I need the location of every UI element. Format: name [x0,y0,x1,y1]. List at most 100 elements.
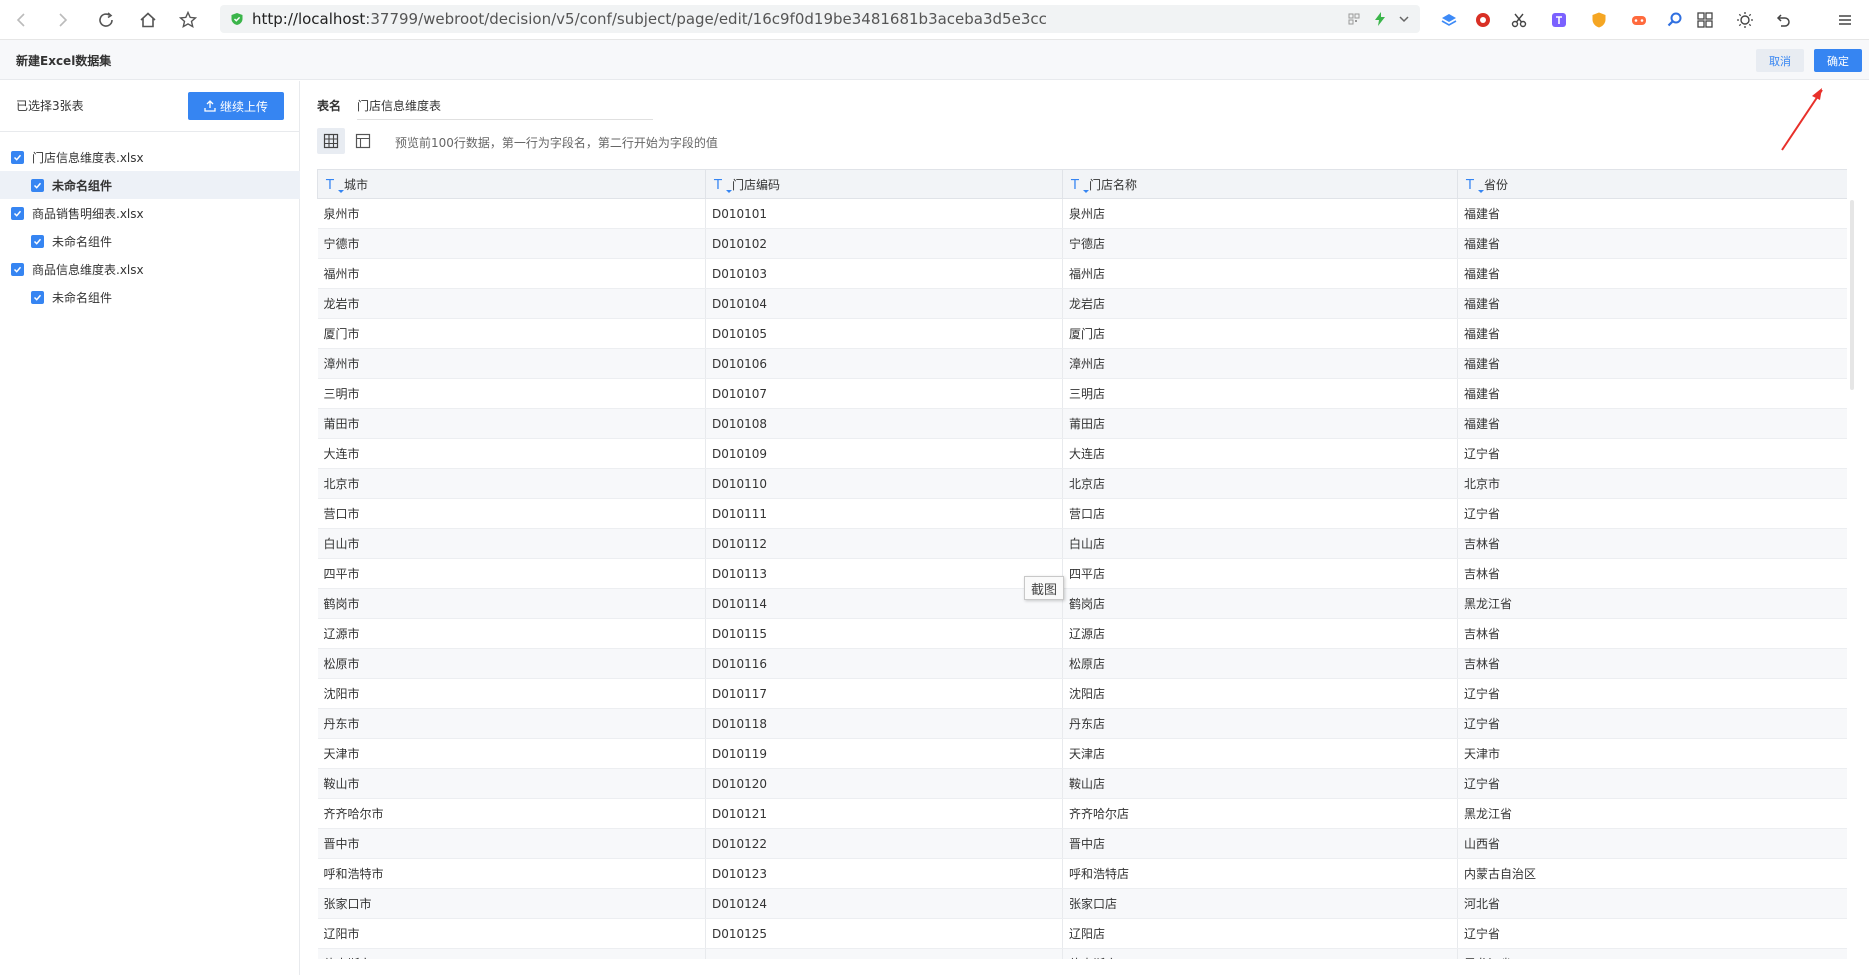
vertical-scrollbar[interactable] [1850,200,1854,390]
table-cell: D010103 [705,258,1063,289]
tree-item-file[interactable]: 门店信息维度表.xlsx [0,143,300,171]
table-row: 齐齐哈尔市 D010121 齐齐哈尔店 黑龙江省 [317,798,1847,829]
table-row: 松原市 D010116 松原店 吉林省 [317,648,1847,679]
tree-item-sheet[interactable]: 未命名组件 [0,227,300,255]
table-cell: D010116 [705,648,1063,679]
checkbox-checked-icon[interactable] [31,290,44,304]
table-cell: 佳木斯店 [1062,948,1458,959]
table-cell: D010106 [705,348,1063,379]
table-cell: 黑龙江省 [1457,588,1847,619]
table-cell: 福建省 [1457,288,1847,319]
back-icon[interactable] [10,8,34,32]
forward-icon[interactable] [50,8,74,32]
browser-toolbar: http://localhost:37799/webroot/decision/… [0,0,1869,40]
column-header[interactable]: T 门店编码 [705,169,1063,199]
menu-icon[interactable] [1834,9,1856,31]
undo-icon[interactable] [1772,9,1794,31]
table-cell: 福建省 [1457,378,1847,409]
table-cell: D010120 [705,768,1063,799]
table-cell: 吉林省 [1457,528,1847,559]
table-cell: D010117 [705,678,1063,709]
table-cell: 呼和浩特市 [317,858,706,889]
table-cell: 齐齐哈尔店 [1062,798,1458,829]
tree-item-sheet[interactable]: 未命名组件 [0,283,300,311]
address-bar[interactable]: http://localhost:37799/webroot/decision/… [220,5,1420,33]
shield-extension-icon[interactable] [1588,9,1610,31]
table-row: 辽源市 D010115 辽源店 吉林省 [317,618,1847,649]
column-header[interactable]: T 门店名称 [1062,169,1458,199]
confirm-button[interactable]: 确定 [1814,49,1862,72]
bookmark-star-icon[interactable] [176,8,200,32]
table-cell: 呼和浩特店 [1062,858,1458,889]
checkbox-checked-icon[interactable] [11,206,24,220]
lightning-icon[interactable] [1374,12,1386,26]
table-cell: D010114 [705,588,1063,619]
table-cell: 白山市 [317,528,706,559]
tree-item-label: 门店信息维度表.xlsx [32,150,144,165]
checkbox-checked-icon[interactable] [31,234,44,248]
tree-item-sheet[interactable]: 未命名组件 [0,171,300,199]
apps-grid-icon[interactable] [1694,9,1716,31]
table-cell: D010121 [705,798,1063,829]
layers-extension-icon[interactable] [1438,9,1460,31]
brightness-icon[interactable] [1734,9,1756,31]
table-cell: D010107 [705,378,1063,409]
table-row: 张家口市 D010124 张家口店 河北省 [317,888,1847,919]
upload-icon [204,100,216,112]
table-cell: 天津店 [1062,738,1458,769]
table-row: 北京市 D010110 北京店 北京市 [317,468,1847,499]
column-header[interactable]: T 省份 [1457,169,1847,199]
chevron-down-icon[interactable] [1398,13,1410,25]
text-type-icon[interactable]: T [714,178,722,193]
table-cell: 辽源市 [317,618,706,649]
checkbox-checked-icon[interactable] [31,178,44,192]
table-row: 福州市 D010103 福州店 福建省 [317,258,1847,289]
preview-hint: 预览前100行数据，第一行为字段名，第二行开始为字段的值 [395,136,718,150]
table-cell: 北京市 [317,468,706,499]
table-cell: 大连市 [317,438,706,469]
text-type-icon[interactable]: T [326,178,334,193]
table-name-label: 表名 [317,99,342,113]
text-type-icon[interactable]: T [1071,178,1079,193]
grid-view-icon[interactable] [317,128,345,154]
table-cell: 大连店 [1062,438,1458,469]
table-cell: 辽宁省 [1457,918,1847,949]
field-view-icon[interactable] [349,128,377,154]
table-cell: 北京市 [1457,468,1847,499]
table-cell: 福建省 [1457,258,1847,289]
search-extension-icon[interactable] [1664,9,1686,31]
translate-extension-icon[interactable] [1548,9,1570,31]
qr-code-icon[interactable] [1348,13,1360,25]
table-cell: 四平店 [1062,558,1458,589]
text-type-icon[interactable]: T [1466,178,1474,193]
table-cell: 辽宁省 [1457,678,1847,709]
continue-upload-button[interactable]: 继续上传 [188,92,284,120]
table-cell: 四平市 [317,558,706,589]
table-cell: 福州市 [317,258,706,289]
table-cell: 松原店 [1062,648,1458,679]
table-cell: D010115 [705,618,1063,649]
divider [0,131,300,132]
table-row: 鞍山市 D010120 鞍山店 辽宁省 [317,768,1847,799]
table-cell: D010126 [705,948,1063,959]
record-extension-icon[interactable] [1472,9,1494,31]
table-cell: 沈阳店 [1062,678,1458,709]
tree-item-file[interactable]: 商品信息维度表.xlsx [0,255,300,283]
game-extension-icon[interactable] [1628,9,1650,31]
cancel-button[interactable]: 取消 [1756,49,1804,72]
table-name-input[interactable]: 门店信息维度表 [357,97,653,120]
tree-item-label: 商品信息维度表.xlsx [32,262,144,277]
scissors-icon[interactable] [1508,9,1530,31]
checkbox-checked-icon[interactable] [11,262,24,276]
home-icon[interactable] [136,8,160,32]
column-header[interactable]: T 城市 [317,169,706,199]
table-row: 漳州市 D010106 漳州店 福建省 [317,348,1847,379]
table-cell: 松原市 [317,648,706,679]
tree-item-file[interactable]: 商品销售明细表.xlsx [0,199,300,227]
table-cell: 辽阳店 [1062,918,1458,949]
table-cell: 福建省 [1457,198,1847,229]
table-cell: 鹤岗店 [1062,588,1458,619]
checkbox-checked-icon[interactable] [11,150,24,164]
reload-icon[interactable] [94,8,118,32]
screenshot-tooltip: 截图 [1024,576,1065,600]
